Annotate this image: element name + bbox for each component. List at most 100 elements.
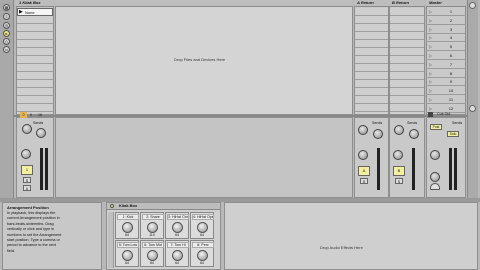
drum-pad-knob[interactable] [122,222,133,233]
track-1-solo-button[interactable]: S [23,177,31,183]
track-1-arm-button[interactable]: 0 [23,185,31,191]
scene-launch-icon[interactable]: ▷ [429,43,432,51]
session-view-icon[interactable]: ▦ [3,4,10,11]
browser-icon[interactable]: ◎ [3,22,10,29]
track-1-clip-slots[interactable] [17,16,53,114]
return-a-send-b-knob[interactable] [373,129,383,139]
scene-launch-icon[interactable]: ▷ [429,87,432,95]
clip-slot-1[interactable]: ▶ None [17,8,53,16]
scene-row[interactable]: ▷ 7 [426,61,466,69]
return-a-volume-meter[interactable] [377,148,380,190]
return-a-slots [355,8,388,114]
scene-number: 10 [448,88,454,94]
drum-pad-value: 64 [200,233,204,237]
scene-row[interactable]: ▷ 5 [426,43,466,52]
drum-pad[interactable]: 2: Snare 110 [140,212,164,239]
scene-number: 5 [449,44,453,50]
audio-effects-drop-area[interactable] [224,202,478,270]
scene-launch-icon[interactable]: ▷ [429,34,432,42]
return-b-volume-meter[interactable] [412,148,415,190]
scene-launch-icon[interactable]: ▷ [429,17,432,25]
master-volume-meter[interactable] [449,148,452,190]
device-left-strip [108,212,114,268]
drum-pad-knob[interactable] [172,250,183,261]
cue-volume-knob[interactable] [430,172,440,182]
return-b-send-a-knob[interactable] [394,125,404,135]
scene-row[interactable]: ▷ 9 [426,78,466,87]
folder-icon[interactable]: ▭ [3,46,10,53]
scene-launch-icon[interactable]: ▷ [429,8,432,16]
device-title-bar[interactable]: Kiiak Box [107,203,220,210]
scene-launch-icon[interactable]: ▷ [429,61,432,69]
drum-pad[interactable]: 6: Tom Mid 64 [140,240,164,267]
return-a-solo-button[interactable]: S [360,178,368,184]
drum-pad-knob[interactable] [172,222,183,233]
scene-row[interactable]: ▷ 4 [426,34,466,43]
track-1-header[interactable]: 1 Kiiak Box [16,0,54,7]
drum-pad[interactable]: 3: HiHat Closed 64 [165,212,189,239]
stop-clips-icon[interactable] [428,112,433,117]
drum-pad-knob[interactable] [122,250,133,261]
return-b-pan-knob[interactable] [393,150,403,160]
return-b-send-b-knob[interactable] [409,129,419,139]
scene-launch-icon[interactable]: ▷ [429,78,432,86]
drum-pad[interactable]: 7: Tom Hi 64 [165,240,189,267]
scene-row[interactable]: ▷ 3 [426,26,466,34]
scene-row[interactable]: ▷ 1 [426,8,466,16]
scene-row[interactable]: ▷ 6 [426,52,466,60]
vertical-scrollbar[interactable] [467,0,478,200]
scene-launch-icon[interactable]: ▷ [429,52,432,60]
drop-area-header [55,0,353,7]
drum-pad[interactable]: 5: Tom Low 64 [115,240,139,267]
track-1-send-a-knob[interactable] [22,124,32,134]
master-sends-label: Sends [452,121,463,125]
return-a-send-a-knob[interactable] [358,125,368,135]
scene-row[interactable]: ▷ 2 [426,17,466,25]
track-1-pan-knob[interactable] [21,149,31,159]
scene-row[interactable]: ▷ 10 [426,87,466,96]
track-io-value-2[interactable]: 0 [30,112,32,118]
scene-row[interactable]: ▷ 8 [426,70,466,78]
return-b-header[interactable]: B Return [389,0,425,7]
return-b-solo-button[interactable]: S [395,178,403,184]
cue-out-label: Cue Out [437,112,451,116]
track-io-row: 0 0 16 [18,112,52,118]
scene-launch-icon[interactable]: ▷ [429,96,432,104]
track-1-activator-button[interactable]: 1 [21,165,33,175]
return-a-pan-knob[interactable] [358,150,368,160]
scene-launch-icon[interactable]: ▷ [429,26,432,34]
post-button[interactable]: Post [430,124,442,130]
drum-pad-label: 3: HiHat Closed [167,214,189,220]
drum-pad-label: 8: Perc [192,242,214,248]
track-io-value-1[interactable]: 0 [20,112,27,118]
drum-pad-knob[interactable] [147,250,158,261]
master-pan-knob[interactable] [430,150,440,160]
scroll-down-icon[interactable] [469,105,476,112]
return-b-activator-button[interactable]: B [393,166,405,176]
return-a-activator-button[interactable]: A [358,166,370,176]
drum-pad-knob[interactable] [197,222,208,233]
drum-pad[interactable]: 8: Perc 64 [190,240,214,267]
drum-pad-knob[interactable] [197,250,208,261]
device-activator-icon[interactable] [110,204,114,208]
device-browser-icon[interactable]: ▸ [3,30,10,37]
drum-pad-value: 64 [125,261,129,265]
master-volume-meter-r [454,148,457,190]
drum-pad[interactable]: 4: HiHat Open 64 [190,212,214,239]
solo-mode-button[interactable]: Solo [447,131,459,137]
clip-play-icon[interactable]: ▶ [19,9,23,16]
plugin-browser-icon[interactable]: ◇ [3,38,10,45]
scroll-up-icon[interactable] [469,2,476,9]
master-header[interactable]: Master [426,0,466,7]
track-io-value-3[interactable]: 16 [38,112,42,118]
track-1-volume-meter[interactable] [40,148,43,190]
return-a-header[interactable]: A Return [354,0,389,7]
scene-launch-icon[interactable]: ▷ [429,70,432,78]
scene-row[interactable]: ▷ 11 [426,96,466,104]
return-b-sends-label: Sends [407,121,418,125]
track-1-send-b-knob[interactable] [36,128,46,138]
drum-pad-knob[interactable] [147,222,158,233]
drum-pad[interactable]: 1: Kick 64 [115,212,139,239]
arrangement-view-icon[interactable]: ≡ [3,13,10,20]
headphones-icon[interactable] [430,183,440,190]
